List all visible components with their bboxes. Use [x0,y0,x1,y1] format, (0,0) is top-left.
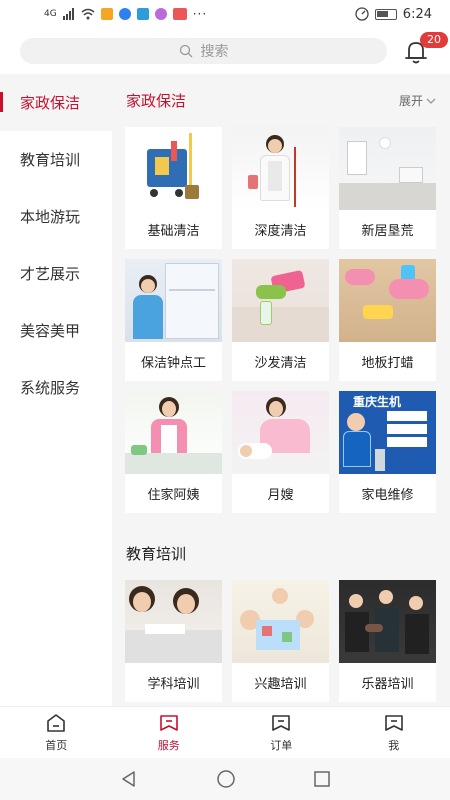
service-card-floor-waxing[interactable]: 地板打蜡 [339,259,436,381]
cleaning-cart-image [125,127,222,210]
service-card-new-home[interactable]: 新居垦荒 [339,127,436,249]
service-label: 学科培训 [147,677,200,692]
section-title: 教育培训 [126,545,187,563]
nanny-image [125,391,222,474]
orders-icon [272,715,291,731]
speed-icon [355,7,369,21]
service-card-appliance-repair[interactable]: 重庆生机 家电维修 [339,391,436,513]
sidebar-item-beauty[interactable]: 美容美甲 [0,302,112,359]
browser-app-icon [118,8,131,20]
battery-icon [374,8,397,20]
home-icon [47,714,66,732]
service-card-interest-training[interactable]: 兴趣培训 [232,580,329,702]
search-icon [179,44,192,58]
sidebar-item-label: 教育培训 [20,151,81,169]
tab-home[interactable]: 首页 [0,707,113,758]
sidebar-item-label: 家政保洁 [20,94,81,112]
tab-label: 首页 [45,739,68,752]
wifi-icon [81,8,95,20]
service-label: 保洁钟点工 [140,356,206,371]
service-label: 住家阿姨 [147,488,200,503]
recent-apps-icon[interactable] [313,770,331,788]
search-input[interactable]: 搜索 [20,38,387,64]
music-class-image [339,580,436,663]
service-card-basic-cleaning[interactable]: 基础清洁 [125,127,222,249]
tab-orders[interactable]: 订单 [225,707,338,758]
service-card-hourly-cleaner[interactable]: 保洁钟点工 [125,259,222,381]
more-icon: ··· [192,7,208,21]
sidebar-item-label: 本地游玩 [20,208,81,226]
chevron-down-icon [426,98,436,104]
sofa-cleaning-image [232,259,329,342]
expand-button[interactable]: 展开 [399,92,436,109]
housekeeping-grid: 基础清洁 深度清洁 新居垦荒 保洁钟点工 沙发清洁 地板打蜡 住家阿姨 月嫂 重… [112,127,450,513]
service-card-deep-cleaning[interactable]: 深度清洁 [232,127,329,249]
service-card-maternity-nurse[interactable]: 月嫂 [232,391,329,513]
floor-waxing-image [339,259,436,342]
red-app-icon [172,8,187,20]
search-placeholder: 搜索 [200,44,229,60]
send-app-icon [136,8,149,20]
network-label: 4G [44,9,57,19]
tab-service[interactable]: 服务 [113,707,226,758]
expand-label: 展开 [398,94,423,108]
tab-me[interactable]: 我 [338,707,450,758]
clock: 6:24 [402,6,432,22]
service-card-sofa-cleaning[interactable]: 沙发清洁 [232,259,329,381]
profile-icon [384,715,403,731]
service-card-music-training[interactable]: 乐器培训 [339,580,436,702]
service-label: 沙发清洁 [254,356,307,371]
sidebar-item-label: 美容美甲 [20,322,81,340]
service-label: 家电维修 [361,488,414,503]
tab-label: 服务 [157,739,180,752]
service-card-live-in-nanny[interactable]: 住家阿姨 [125,391,222,513]
section-header-education: 教育培训 [112,527,450,580]
repair-banner-text: 重庆生机 [353,395,402,409]
service-label: 月嫂 [267,488,294,503]
top-bar: 搜索 20 [0,28,450,74]
system-nav-bar [0,758,450,800]
gallery-app-icon [154,8,167,20]
section-title: 家政保洁 [126,92,187,110]
status-right: 6:24 [355,7,432,22]
category-sidebar: 家政保洁 教育培训 本地游玩 才艺展示 美容美甲 系统服务 [0,74,112,706]
service-content: 家政保洁 展开 基础清洁 深度清洁 新居垦荒 保洁钟点工 沙发清洁 地板打蜡 住… [112,74,450,706]
sidebar-item-local-fun[interactable]: 本地游玩 [0,188,112,245]
empty-room-image [339,127,436,210]
maternity-nurse-image [232,391,329,474]
signal-icon [62,8,74,20]
art-class-image [232,580,329,663]
education-grid: 学科培训 兴趣培训 乐器培训 [112,580,450,702]
tab-label: 订单 [270,739,293,752]
appliance-repair-image: 重庆生机 [339,391,436,474]
maid-image [232,127,329,210]
sidebar-item-system[interactable]: 系统服务 [0,359,112,416]
status-icons: 4G ··· [44,7,207,21]
classroom-image [125,580,222,663]
video-app-icon [100,8,113,20]
service-label: 深度清洁 [254,224,307,239]
bottom-nav: 首页 服务 订单 我 [0,706,450,758]
service-label: 地板打蜡 [361,356,414,371]
sidebar-item-education[interactable]: 教育培训 [0,131,112,188]
sidebar-item-talent[interactable]: 才艺展示 [0,245,112,302]
section-header-housekeeping: 家政保洁 展开 [112,74,450,127]
service-label: 乐器培训 [361,677,414,692]
service-label: 基础清洁 [147,224,200,239]
sidebar-item-label: 才艺展示 [20,265,81,283]
notification-badge: 20 [420,32,448,48]
status-bar: 4G ··· 6:24 [0,0,450,28]
service-label: 新居垦荒 [361,224,414,239]
sidebar-item-label: 系统服务 [20,379,81,397]
service-label: 兴趣培训 [254,677,307,692]
cleaning-fridge-image [125,259,222,342]
tab-label: 我 [388,739,400,752]
service-card-subject-training[interactable]: 学科培训 [125,580,222,702]
back-icon[interactable] [119,769,139,789]
home-circle-icon[interactable] [216,769,236,789]
service-icon [159,715,178,731]
sidebar-item-housekeeping[interactable]: 家政保洁 [0,74,112,131]
